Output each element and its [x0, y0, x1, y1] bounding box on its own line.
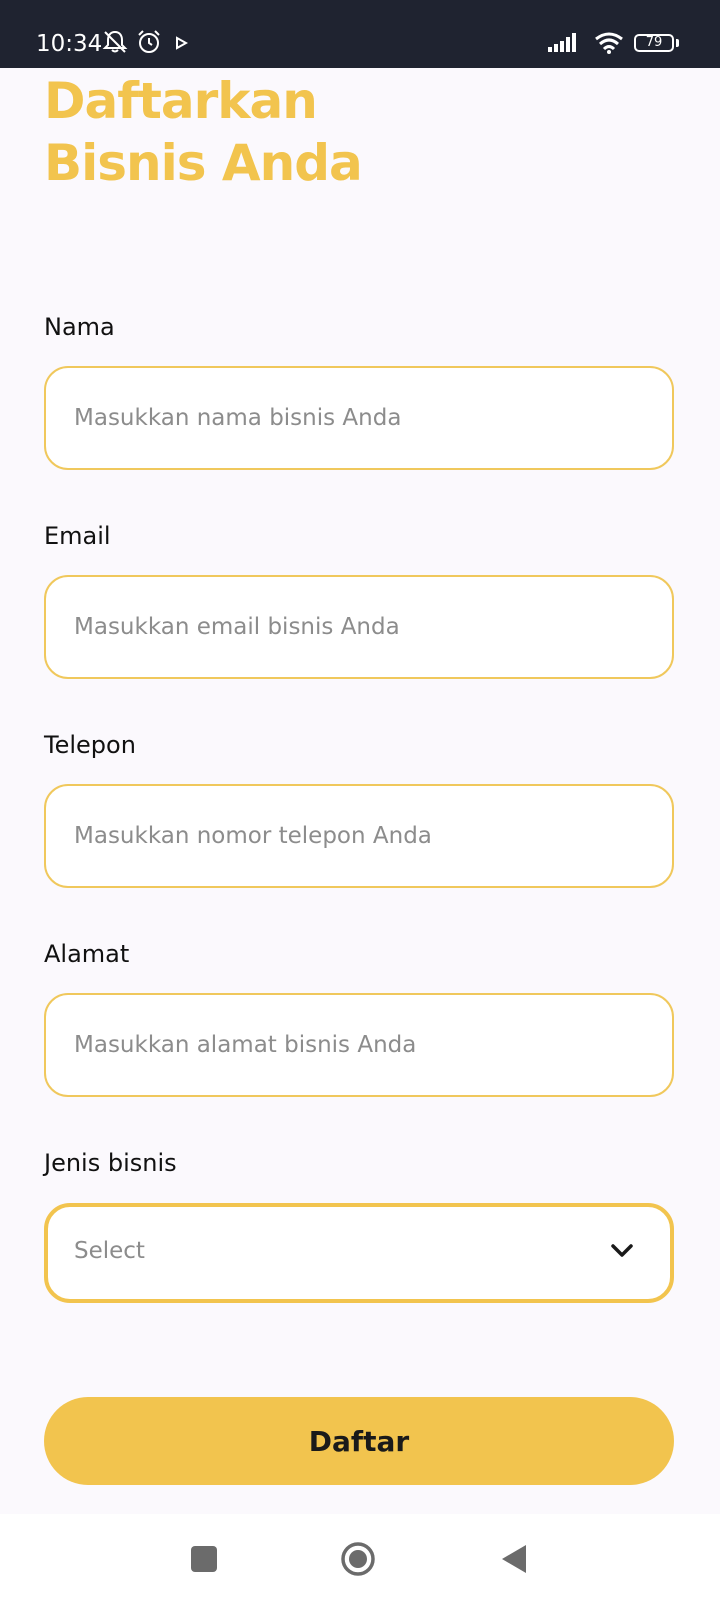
jenis-bisnis-label: Jenis bisnis [44, 1149, 177, 1177]
email-label: Email [44, 522, 111, 550]
jenis-bisnis-selected-value: Select [74, 1238, 145, 1264]
alamat-label: Alamat [44, 940, 130, 968]
recents-square-icon [191, 1546, 217, 1572]
telepon-input[interactable] [44, 784, 674, 888]
jenis-bisnis-select[interactable]: Select [44, 1203, 674, 1303]
recents-button[interactable] [187, 1542, 221, 1576]
play-icon [176, 36, 188, 50]
page-title-line2: Bisnis Anda [44, 134, 363, 192]
battery-tip [676, 39, 679, 47]
daftar-button[interactable]: Daftar [44, 1397, 674, 1485]
battery-level: 79 [645, 35, 663, 50]
mute-bell-icon [102, 30, 128, 53]
nama-label: Nama [44, 313, 115, 341]
wifi-icon [595, 32, 623, 54]
home-circle-icon [341, 1542, 375, 1576]
email-input[interactable] [44, 575, 674, 679]
alamat-input[interactable] [44, 993, 674, 1097]
back-triangle-icon [502, 1545, 526, 1573]
page-title-line1: Daftarkan [44, 72, 318, 130]
back-button[interactable] [498, 1542, 532, 1576]
status-bar: 10:34 79 [0, 0, 720, 68]
chevron-down-icon [611, 1244, 633, 1257]
navigation-bar [0, 1514, 720, 1600]
nama-input[interactable] [44, 366, 674, 470]
status-time: 10:34 [36, 31, 103, 57]
telepon-label: Telepon [44, 731, 136, 759]
alarm-icon [138, 30, 160, 53]
home-button[interactable] [341, 1542, 375, 1576]
battery-icon: 79 [634, 34, 674, 52]
page-title: Daftarkan Bisnis Anda [44, 70, 363, 194]
signal-icon [548, 33, 576, 52]
